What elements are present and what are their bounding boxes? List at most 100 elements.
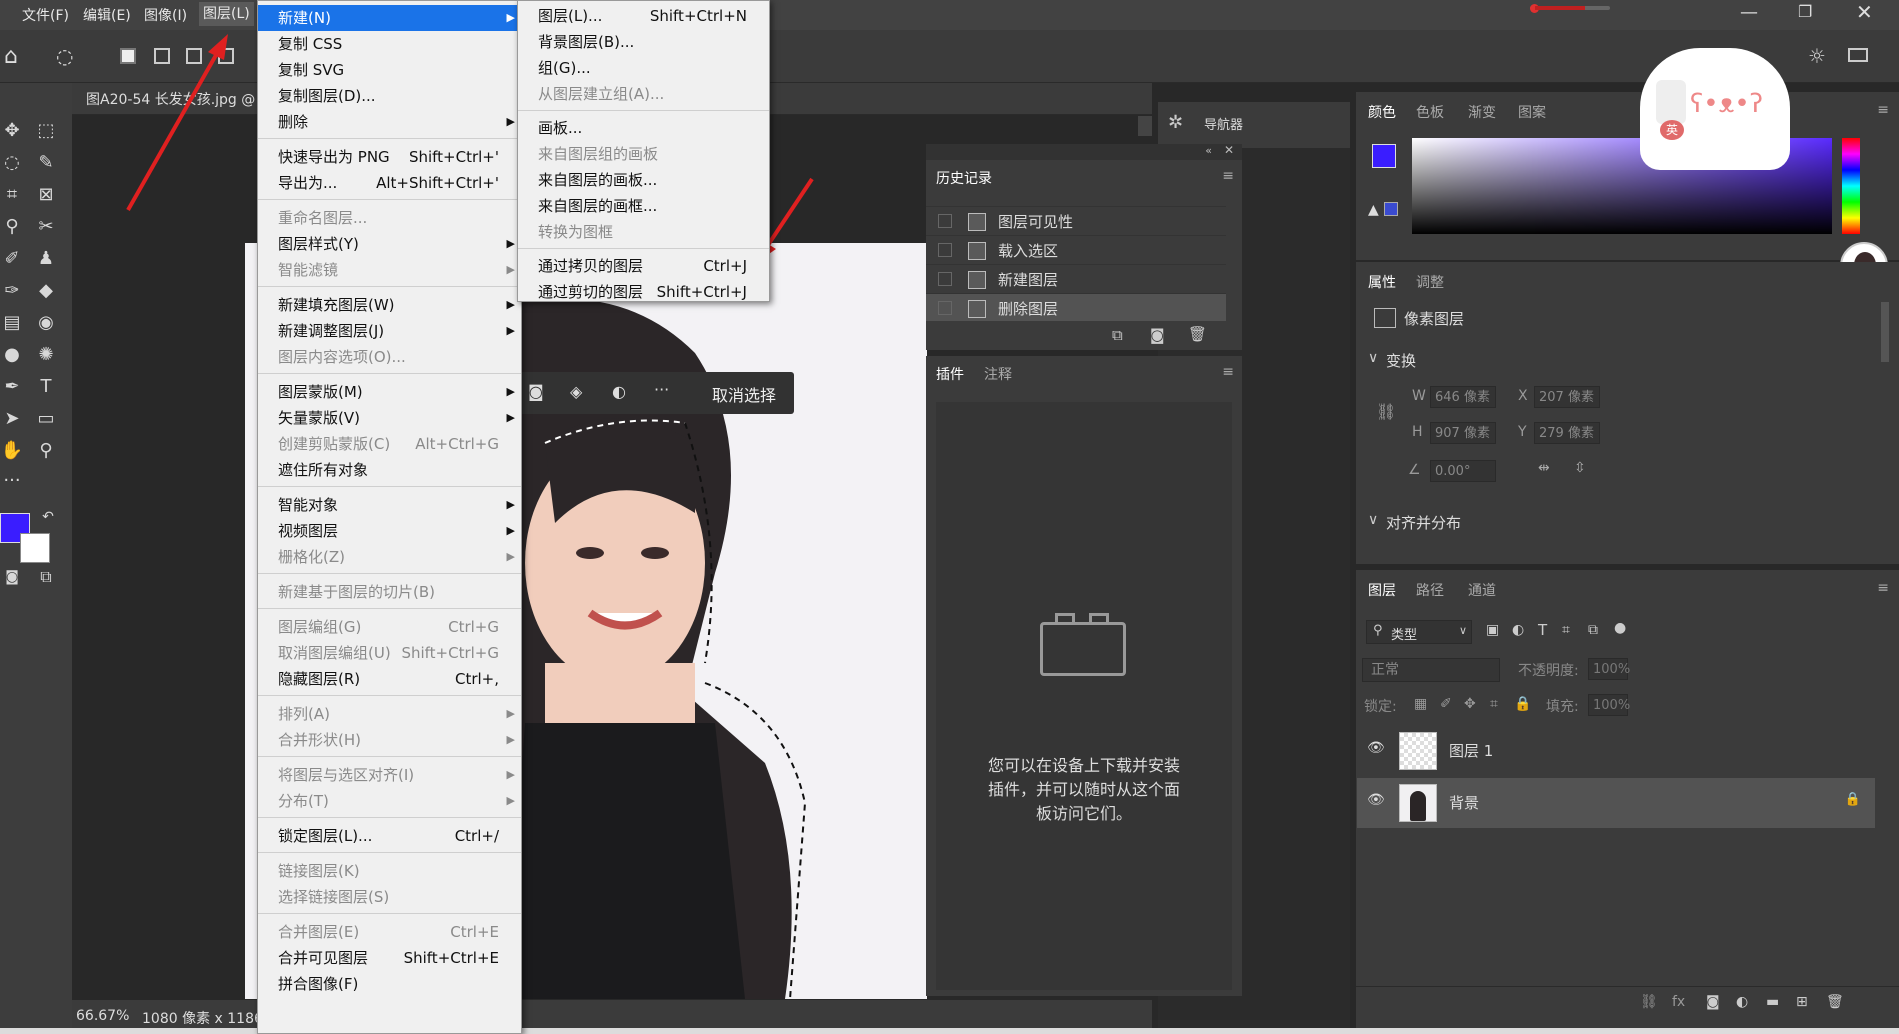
filter-toggle-icon[interactable]: ●	[1614, 620, 1626, 636]
layer-menu-item[interactable]: 图层编组(G) Ctrl+G	[258, 614, 521, 640]
layer-menu-item[interactable]: 链接图层(K)	[258, 858, 521, 884]
layer-row[interactable]: 👁 图层 1	[1357, 726, 1875, 776]
history-source-checkbox[interactable]	[938, 214, 952, 228]
sponge-icon[interactable]: ✺	[34, 343, 58, 367]
lasso-tool-icon[interactable]: ◌	[56, 44, 73, 68]
transform-section-title[interactable]: 变换	[1386, 350, 1416, 371]
layer-menu-item[interactable]: 合并可见图层 Shift+Ctrl+E	[258, 945, 521, 971]
layer-menu-item[interactable]: 合并图层(E) Ctrl+E	[258, 919, 521, 945]
layer-menu-item[interactable]: 合并形状(H) ▶	[258, 727, 521, 753]
mask-icon[interactable]: ◙	[528, 382, 544, 401]
layer-menu-item[interactable]: 拼合图像(F)	[258, 971, 521, 997]
minimize-icon[interactable]: —	[1740, 2, 1758, 23]
fx-icon[interactable]: fx	[1672, 994, 1685, 1010]
close-window-icon[interactable]: ✕	[1856, 0, 1873, 24]
layer-menu-item[interactable]: 视频图层 ▶	[258, 518, 521, 544]
layers-menu-icon[interactable]: ≡	[1877, 580, 1889, 596]
move-tool-icon[interactable]: ✥	[0, 119, 24, 143]
new-submenu-item[interactable]: 从图层建立组(A)...	[518, 81, 769, 107]
angle-field[interactable]: 0.00°	[1430, 460, 1496, 482]
history-item[interactable]: 新建图层	[926, 264, 1226, 292]
filter-adjustment-icon[interactable]: ◐	[1512, 622, 1524, 638]
channels-tab[interactable]: 通道	[1468, 580, 1496, 600]
lock-position-icon[interactable]: ✥	[1464, 696, 1476, 712]
new-submenu-item[interactable]: 来自图层组的画板	[518, 141, 769, 167]
chevron-down-icon[interactable]: ∨	[1368, 350, 1378, 366]
fg-color-chip[interactable]	[1372, 144, 1396, 168]
blur-icon[interactable]: ◉	[34, 311, 58, 335]
flip-horizontal-icon[interactable]: ⇹	[1538, 460, 1550, 476]
layer-menu-item[interactable]: 复制 SVG	[258, 57, 521, 83]
navigator-icon[interactable]: ✲	[1168, 112, 1183, 133]
new-submenu-item[interactable]: 来自图层的画板...	[518, 167, 769, 193]
layer-menu-item[interactable]: 隐藏图层(R) Ctrl+,	[258, 666, 521, 692]
deselect-button[interactable]: 取消选择	[712, 382, 776, 406]
layer-menu-item[interactable]: 新建填充图层(W) ▶	[258, 292, 521, 318]
fill-icon[interactable]: ◈	[570, 382, 582, 401]
layer-menu-item[interactable]: 快速导出为 PNG Shift+Ctrl+'	[258, 144, 521, 170]
color-menu-icon[interactable]: ≡	[1877, 102, 1889, 118]
fill-field[interactable]: 100%	[1588, 694, 1630, 716]
paths-tab[interactable]: 路径	[1416, 580, 1444, 600]
layer-menu-item[interactable]: 栅格化(Z) ▶	[258, 544, 521, 570]
history-item[interactable]: 载入选区	[926, 235, 1226, 263]
filter-type-icon[interactable]: T	[1538, 621, 1547, 639]
blend-mode-select[interactable]: 正常	[1362, 658, 1500, 682]
new-doc-from-state-icon[interactable]: ⧉	[1112, 326, 1123, 344]
new-submenu-item[interactable]: 图层(L)... Shift+Ctrl+N	[518, 3, 769, 29]
websafe-chip[interactable]	[1384, 202, 1398, 216]
new-submenu-item[interactable]: 来自图层的画框...	[518, 193, 769, 219]
pen-icon[interactable]: ✒	[0, 375, 24, 399]
history-source-checkbox[interactable]	[938, 243, 952, 257]
plugins-menu-icon[interactable]: ≡	[1222, 364, 1234, 380]
layer-menu-item[interactable]: 矢量蒙版(V) ▶	[258, 405, 521, 431]
slider-track[interactable]	[1530, 4, 1610, 13]
layer-menu-item[interactable]: 新建基于图层的切片(B)	[258, 579, 521, 605]
new-submenu-item[interactable]: 通过剪切的图层 Shift+Ctrl+J	[518, 279, 769, 305]
align-section-title[interactable]: 对齐并分布	[1386, 512, 1461, 533]
opacity-field[interactable]: 100%	[1588, 658, 1630, 680]
hue-slider[interactable]	[1842, 138, 1860, 234]
menu-layer[interactable]: 图层(L)	[199, 2, 254, 26]
healing-icon[interactable]: ✂	[34, 215, 58, 239]
gradient-icon[interactable]: ▤	[0, 311, 24, 335]
rectangle-tool-icon[interactable]: ▭	[34, 407, 58, 431]
new-group-icon[interactable]: ▬	[1766, 994, 1779, 1010]
swatches-tab[interactable]: 色板	[1416, 102, 1444, 122]
swap-colors-icon[interactable]: ↶	[36, 505, 60, 529]
filter-pixel-icon[interactable]: ▣	[1486, 622, 1499, 638]
link-icon[interactable]: ⛓	[1376, 402, 1396, 421]
vertical-scroll-up[interactable]	[1138, 116, 1152, 136]
menu-image[interactable]: 图像(I)	[144, 5, 187, 25]
menu-edit[interactable]: 编辑(E)	[83, 5, 131, 25]
layer-menu-item[interactable]: 图层蒙版(M) ▶	[258, 379, 521, 405]
history-tab[interactable]: 历史记录	[936, 168, 992, 188]
eye-icon[interactable]: 👁	[1367, 740, 1385, 756]
layer-menu-item[interactable]: 将图层与选区对齐(I) ▶	[258, 762, 521, 788]
link-layers-icon[interactable]: ⛓	[1640, 994, 1658, 1010]
layer-menu-item[interactable]: 图层内容选项(O)...	[258, 344, 521, 370]
layer-menu-item[interactable]: 锁定图层(L)... Ctrl+/	[258, 823, 521, 849]
marquee-tool-icon[interactable]: ⬚	[34, 119, 58, 143]
plugins-tab[interactable]: 插件	[936, 364, 964, 384]
stamp-icon[interactable]: ♟	[34, 247, 58, 271]
layer-menu-item[interactable]: 创建剪贴蒙版(C) Alt+Ctrl+G	[258, 431, 521, 457]
lasso-icon[interactable]: ◌	[0, 151, 24, 175]
notes-tab[interactable]: 注释	[984, 364, 1012, 384]
history-item[interactable]: 图层可见性	[926, 206, 1226, 234]
eyedropper-icon[interactable]: ⚲	[0, 215, 24, 239]
brush-icon[interactable]: ✐	[0, 247, 24, 271]
ime-badge[interactable]: 英	[1660, 120, 1684, 140]
quick-mask-icon[interactable]: ◙	[0, 565, 24, 589]
layer-row[interactable]: 👁 背景 🔒	[1357, 778, 1875, 828]
layer-menu-item[interactable]: 删除 ▶	[258, 109, 521, 135]
background-color-swatch[interactable]	[20, 533, 50, 563]
input-method-icon[interactable]	[1656, 80, 1686, 124]
screen-mode-icon[interactable]: ⧉	[34, 565, 58, 589]
adjustments-tab[interactable]: 调整	[1416, 272, 1444, 292]
layer-menu-item[interactable]: 图层样式(Y) ▶	[258, 231, 521, 257]
layer-menu-item[interactable]: 重命名图层...	[258, 205, 521, 231]
history-source-checkbox[interactable]	[938, 301, 952, 315]
hand-tool-icon[interactable]: ✋	[0, 439, 24, 463]
delete-layer-icon[interactable]: 🗑	[1826, 994, 1844, 1010]
